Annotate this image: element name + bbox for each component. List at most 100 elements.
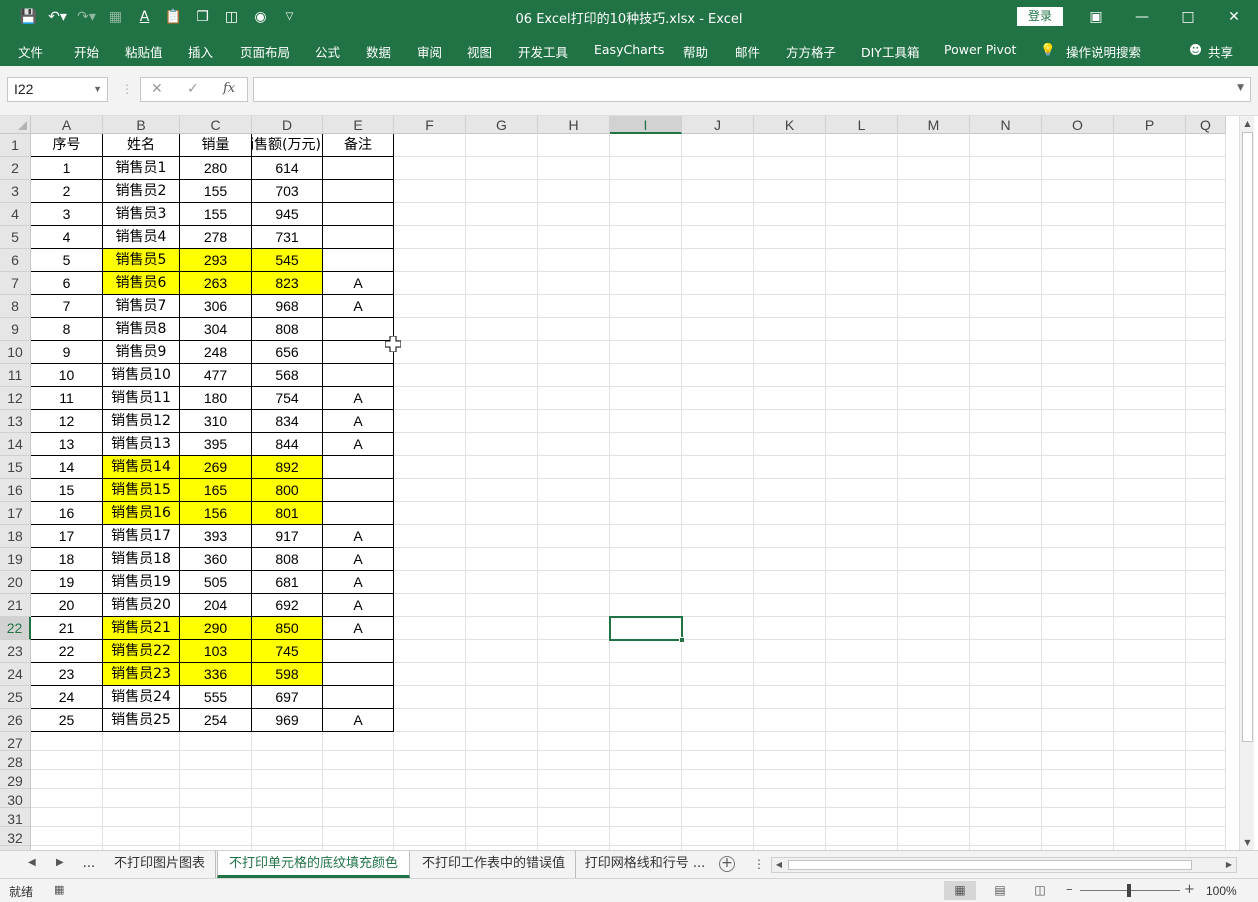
- tab-mail[interactable]: 邮件: [735, 42, 760, 61]
- grid-cell[interactable]: [538, 640, 610, 663]
- grid-cell[interactable]: [826, 203, 898, 226]
- table-cell[interactable]: [323, 686, 394, 709]
- grid-cell[interactable]: [682, 640, 754, 663]
- grid-cell[interactable]: [610, 827, 682, 846]
- grid-cell[interactable]: [754, 770, 826, 789]
- grid-cell[interactable]: [1186, 663, 1226, 686]
- grid-cell[interactable]: [394, 479, 466, 502]
- table-cell[interactable]: [323, 318, 394, 341]
- table-cell[interactable]: 22: [31, 640, 103, 663]
- grid-cell[interactable]: [538, 203, 610, 226]
- grid-cell[interactable]: [1114, 410, 1186, 433]
- grid-cell[interactable]: [31, 770, 103, 789]
- grid-cell[interactable]: [610, 640, 682, 663]
- grid-cell[interactable]: [682, 157, 754, 180]
- table-cell[interactable]: 823: [252, 272, 323, 295]
- table-cell[interactable]: 844: [252, 433, 323, 456]
- grid-cell[interactable]: [31, 808, 103, 827]
- grid-cell[interactable]: [826, 594, 898, 617]
- grid-cell[interactable]: [1042, 203, 1114, 226]
- grid-cell[interactable]: [970, 410, 1042, 433]
- tab-power-pivot[interactable]: Power Pivot: [944, 42, 1016, 57]
- grid-cell[interactable]: [538, 387, 610, 410]
- grid-cell[interactable]: [610, 456, 682, 479]
- undo-icon[interactable]: ↶▾: [43, 6, 72, 28]
- grid-cell[interactable]: [538, 827, 610, 846]
- table-cell[interactable]: A: [323, 548, 394, 571]
- table-header-cell[interactable]: 备注: [323, 134, 394, 157]
- grid-cell[interactable]: [970, 387, 1042, 410]
- table-cell[interactable]: 销售员5: [103, 249, 180, 272]
- grid-cell[interactable]: [538, 157, 610, 180]
- grid-cell[interactable]: [754, 180, 826, 203]
- table-cell[interactable]: 681: [252, 571, 323, 594]
- grid-cell[interactable]: [826, 410, 898, 433]
- row-header[interactable]: 13: [0, 410, 31, 433]
- grid-cell[interactable]: [252, 751, 323, 770]
- grid-cell[interactable]: [538, 134, 610, 157]
- grid-cell[interactable]: [1042, 410, 1114, 433]
- table-cell[interactable]: 155: [180, 203, 252, 226]
- grid-cell[interactable]: [394, 272, 466, 295]
- tab-help[interactable]: 帮助: [683, 42, 708, 61]
- zoom-in-icon[interactable]: +: [1184, 882, 1195, 897]
- page-layout-view-icon[interactable]: ▤: [984, 881, 1016, 900]
- table-header-cell[interactable]: 销售额(万元): [252, 134, 323, 157]
- grid-cell[interactable]: [1042, 640, 1114, 663]
- grid-cell[interactable]: [466, 341, 538, 364]
- tab-insert[interactable]: 插入: [188, 42, 213, 61]
- grid-cell[interactable]: [898, 433, 970, 456]
- grid-cell[interactable]: [898, 272, 970, 295]
- grid-cell[interactable]: [1042, 318, 1114, 341]
- grid-cell[interactable]: [754, 341, 826, 364]
- table-cell[interactable]: 745: [252, 640, 323, 663]
- grid-cell[interactable]: [538, 180, 610, 203]
- grid-cell[interactable]: [466, 295, 538, 318]
- grid-cell[interactable]: [466, 686, 538, 709]
- grid-cell[interactable]: [180, 789, 252, 808]
- grid-cell[interactable]: [970, 770, 1042, 789]
- grid-cell[interactable]: [754, 272, 826, 295]
- grid-cell[interactable]: [826, 663, 898, 686]
- grid-cell[interactable]: [970, 249, 1042, 272]
- table-cell[interactable]: A: [323, 295, 394, 318]
- grid-cell[interactable]: [323, 732, 394, 751]
- grid-cell[interactable]: [898, 341, 970, 364]
- grid-cell[interactable]: [538, 433, 610, 456]
- table-cell[interactable]: 165: [180, 479, 252, 502]
- tab-review[interactable]: 审阅: [417, 42, 442, 61]
- grid-cell[interactable]: [682, 789, 754, 808]
- tab-data[interactable]: 数据: [366, 42, 391, 61]
- grid-cell[interactable]: [898, 502, 970, 525]
- splitter-icon[interactable]: ⋮: [121, 82, 133, 96]
- grid-cell[interactable]: [970, 640, 1042, 663]
- grid-cell[interactable]: [394, 226, 466, 249]
- table-cell[interactable]: 销售员7: [103, 295, 180, 318]
- font-color-icon[interactable]: A: [130, 6, 159, 28]
- table-cell[interactable]: 310: [180, 410, 252, 433]
- grid-cell[interactable]: [610, 571, 682, 594]
- grid-cell[interactable]: [970, 709, 1042, 732]
- table-cell[interactable]: 850: [252, 617, 323, 640]
- worksheet-grid[interactable]: A B C D E F G H I J K L M N O P Q 1 2 3 4 5 6 7 8 9 10 11 12 13 14 15 16…: [0, 116, 1258, 850]
- format-painter-icon[interactable]: ▦: [101, 6, 130, 28]
- grid-cell[interactable]: [610, 249, 682, 272]
- table-cell[interactable]: 10: [31, 364, 103, 387]
- grid-cell[interactable]: [466, 387, 538, 410]
- table-cell[interactable]: 180: [180, 387, 252, 410]
- grid-cell[interactable]: [682, 341, 754, 364]
- grid-cell[interactable]: [1042, 827, 1114, 846]
- grid-cell[interactable]: [1114, 364, 1186, 387]
- grid-cell[interactable]: [1186, 318, 1226, 341]
- grid-cell[interactable]: [1114, 318, 1186, 341]
- grid-cell[interactable]: [826, 525, 898, 548]
- maximize-button[interactable]: □: [1165, 0, 1211, 34]
- grid-cell[interactable]: [1186, 456, 1226, 479]
- grid-cell[interactable]: [1186, 502, 1226, 525]
- column-header[interactable]: O: [1042, 116, 1114, 134]
- grid-cell[interactable]: [394, 548, 466, 571]
- grid-cell[interactable]: [1042, 387, 1114, 410]
- grid-cell[interactable]: [682, 249, 754, 272]
- grid-cell[interactable]: [394, 134, 466, 157]
- grid-cell[interactable]: [1186, 617, 1226, 640]
